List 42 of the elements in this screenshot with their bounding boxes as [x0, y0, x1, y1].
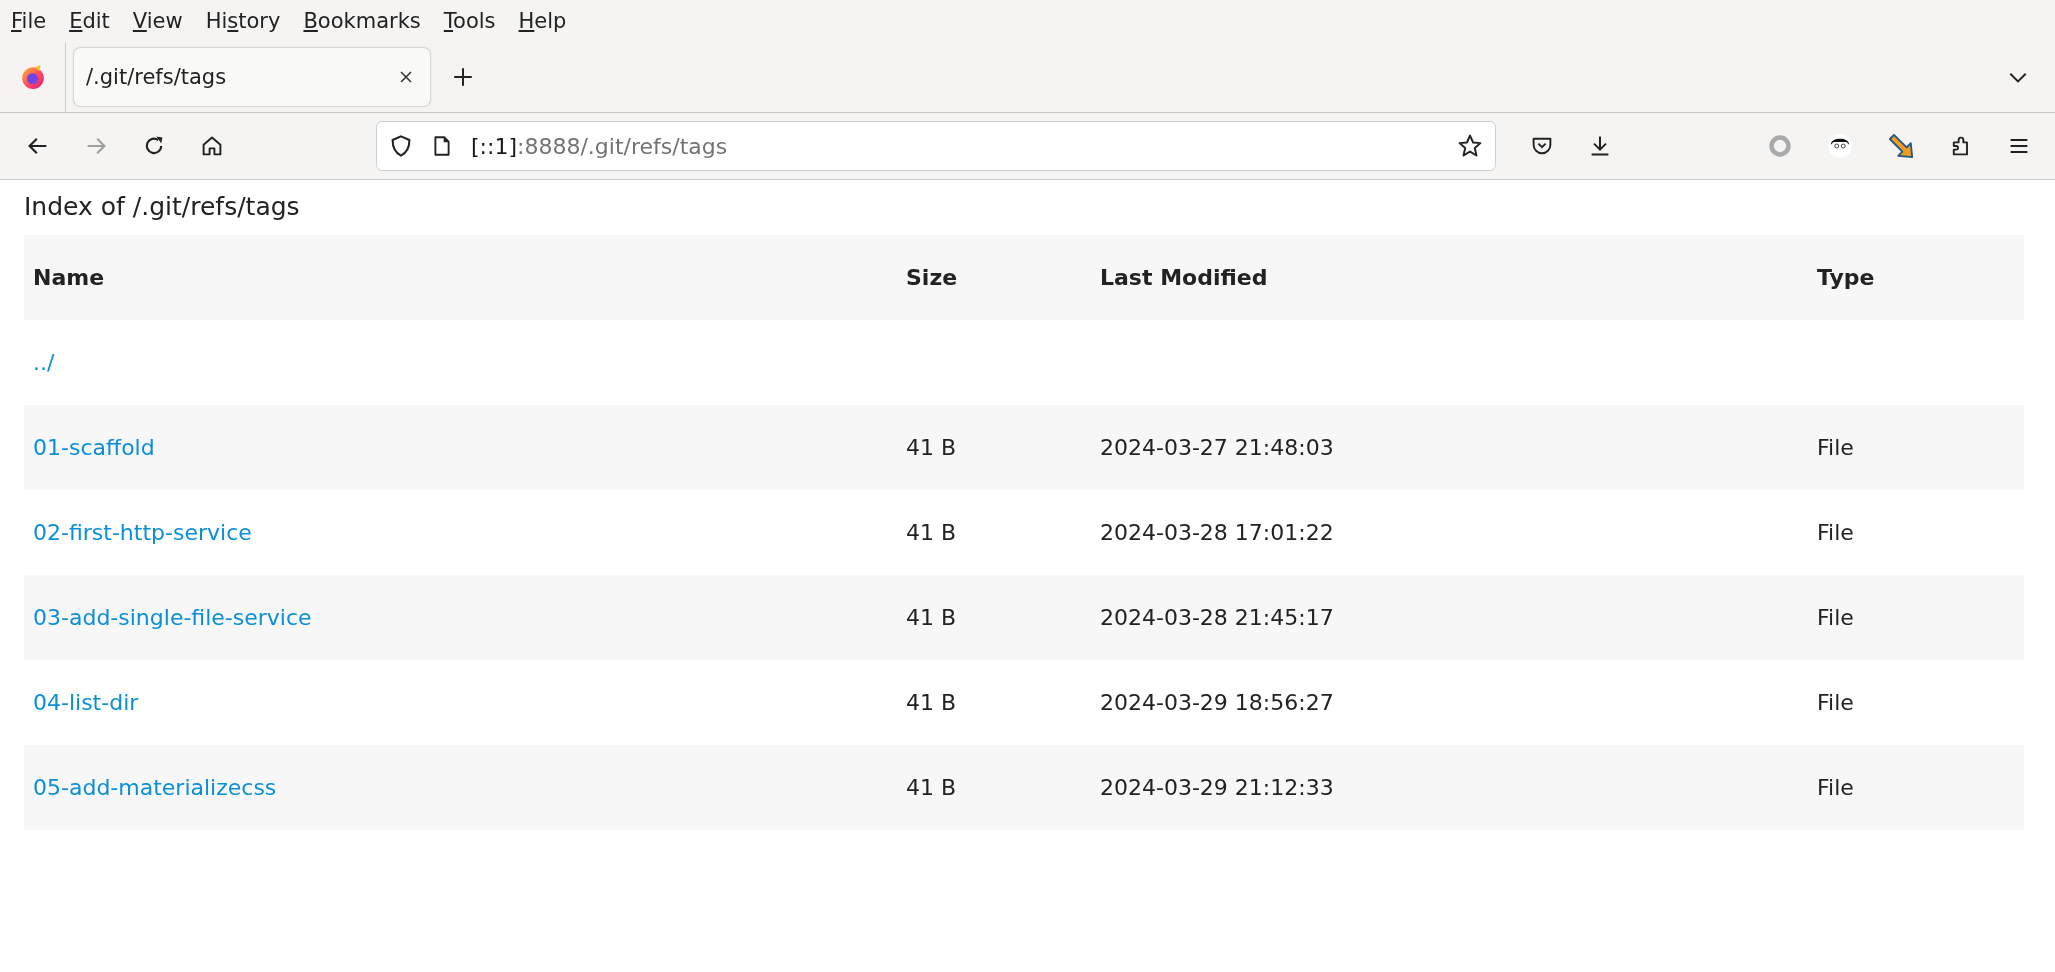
star-icon[interactable] [1457, 133, 1483, 159]
date-text: 2024-03-28 17:01:22 [1100, 520, 1334, 545]
page-icon [431, 135, 453, 157]
type-text: File [1817, 435, 1854, 460]
browser-tab[interactable]: /.git/refs/tags [74, 48, 430, 106]
column-header: Type [1808, 235, 2024, 320]
menu-item[interactable]: File [10, 9, 59, 33]
close-icon[interactable] [398, 69, 414, 85]
type-text: File [1817, 775, 1854, 800]
file-link[interactable]: ../ [33, 350, 55, 375]
menu-item[interactable]: Tools [442, 9, 508, 33]
home-icon[interactable] [200, 134, 224, 158]
size-text: 41 B [906, 435, 957, 460]
size-text: 41 B [906, 690, 957, 715]
column-header: Name [24, 235, 897, 320]
shield-icon[interactable] [389, 134, 413, 158]
browser-logo-icon[interactable] [19, 64, 46, 90]
page-heading: Index of /.git/refs/tags [24, 191, 301, 223]
date-text: 2024-03-28 21:45:17 [1100, 605, 1334, 630]
menu-item[interactable]: View [131, 9, 195, 33]
date-text: 2024-03-29 21:12:33 [1100, 775, 1334, 800]
menu-item[interactable]: Help [517, 9, 579, 33]
size-text: 41 B [906, 775, 957, 800]
column-header: Size [897, 235, 1091, 320]
file-link[interactable]: 04-list-dir [33, 690, 139, 715]
file-link[interactable]: 02-first-http-service [33, 520, 252, 545]
type-text: File [1817, 605, 1854, 630]
menu-item[interactable]: Edit [68, 9, 122, 33]
address-bar[interactable]: [::1]:8888/.git/refs/tags [376, 121, 1496, 171]
arrow-extension-icon[interactable] [1887, 132, 1915, 160]
type-text: File [1817, 690, 1854, 715]
type-text: File [1817, 520, 1854, 545]
url-text: [::1]:8888/.git/refs/tags [471, 133, 728, 159]
size-text: 41 B [906, 520, 957, 545]
new-tab-icon[interactable] [452, 66, 474, 88]
menu-item[interactable]: History [204, 9, 293, 33]
avatar-icon[interactable] [1827, 133, 1853, 159]
size-text: 41 B [906, 605, 957, 630]
date-text: 2024-03-27 21:48:03 [1100, 435, 1334, 460]
date-text: 2024-03-29 18:56:27 [1100, 690, 1334, 715]
column-header: Last Modified [1091, 235, 1808, 320]
menu-item[interactable]: Bookmarks [302, 9, 433, 33]
